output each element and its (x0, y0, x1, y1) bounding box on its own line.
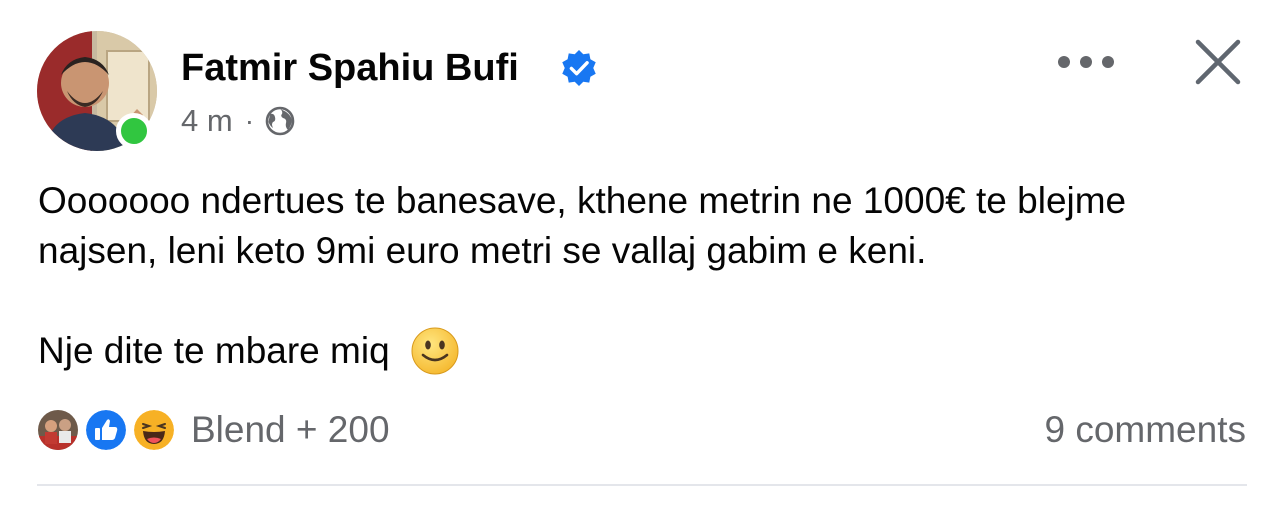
meta-separator: · (244, 105, 255, 136)
like-icon (83, 407, 129, 453)
haha-icon (131, 407, 177, 453)
online-status-indicator (116, 113, 152, 149)
close-icon[interactable] (1192, 36, 1244, 88)
globe-icon[interactable] (264, 105, 296, 137)
post-time[interactable]: 4 m (181, 103, 233, 139)
divider (37, 484, 1247, 486)
more-options-icon[interactable] (1058, 47, 1114, 77)
author-name[interactable]: Fatmir Spahiu Bufi (181, 44, 519, 92)
comments-count[interactable]: 9 comments (1044, 405, 1246, 455)
verified-badge-icon (562, 49, 596, 87)
reaction-icons[interactable] (35, 405, 185, 455)
post-text: Ooooooo ndertues te banesave, kthene met… (38, 176, 1248, 376)
friend-photo-icon (35, 407, 81, 453)
reaction-summary[interactable]: Blend + 200 (191, 409, 390, 451)
slightly-smiling-face-icon (411, 327, 459, 375)
post-paragraph: Nje dite te mbare miq (38, 330, 390, 371)
post-meta: 4 m · (181, 100, 296, 142)
post-paragraph: Ooooooo ndertues te banesave, kthene met… (38, 180, 1127, 271)
reactions-bar[interactable]: Blend + 200 (35, 405, 390, 455)
